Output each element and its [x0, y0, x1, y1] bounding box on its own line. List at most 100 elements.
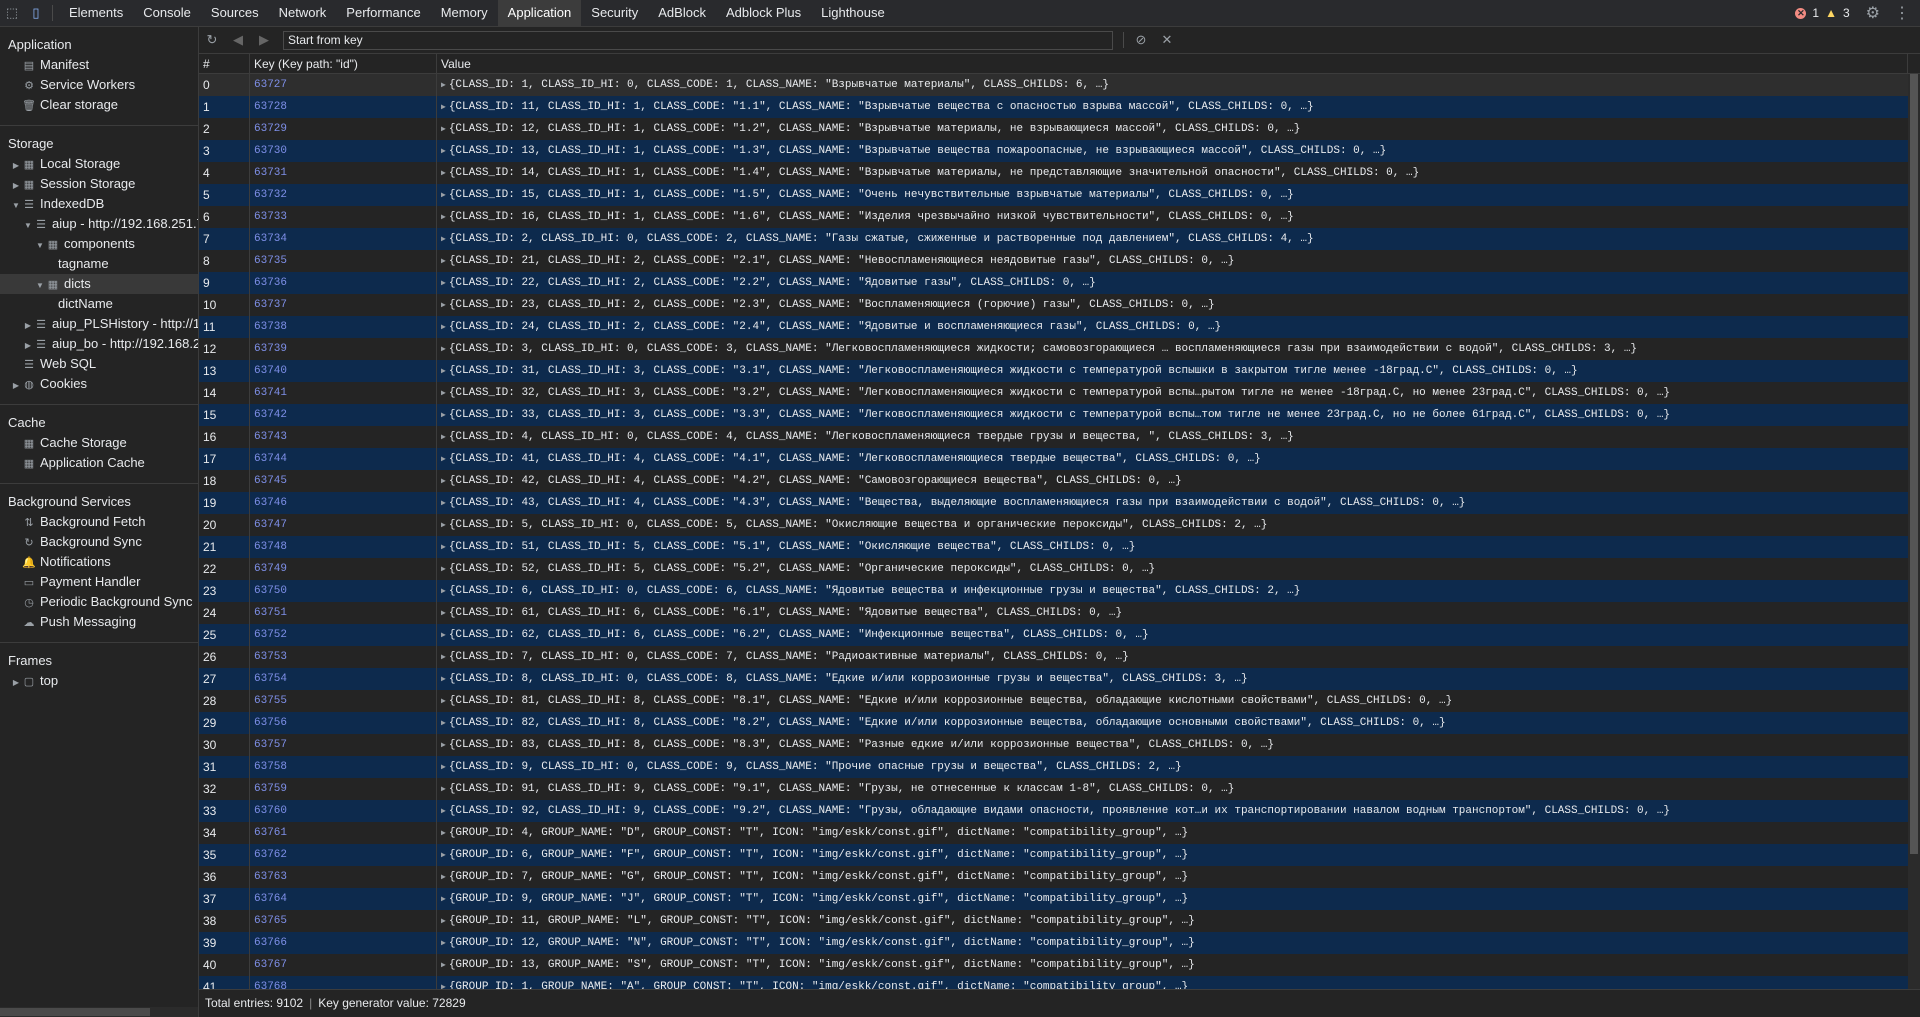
expand-arrow-icon[interactable]: ▶: [441, 323, 446, 332]
table-row[interactable]: 30 63757 ▶ {CLASS_ID: 83, CLASS_ID_HI: 8, C…: [199, 734, 1908, 756]
collapse-arrow-icon[interactable]: ▼: [10, 196, 22, 216]
row-value[interactable]: ▶ {GROUP_ID: 12, GROUP_NAME: "N", GROUP_C…: [437, 932, 1908, 954]
table-row[interactable]: 24 63751 ▶ {CLASS_ID: 61, CLASS_ID_HI: 6, C…: [199, 602, 1908, 624]
column-header-index[interactable]: #: [199, 54, 250, 73]
table-row[interactable]: 21 63748 ▶ {CLASS_ID: 51, CLASS_ID_HI: 5, C…: [199, 536, 1908, 558]
table-row[interactable]: 14 63741 ▶ {CLASS_ID: 32, CLASS_ID_HI: 3, C…: [199, 382, 1908, 404]
tab-security[interactable]: Security: [581, 0, 648, 26]
table-row[interactable]: 19 63746 ▶ {CLASS_ID: 43, CLASS_ID_HI: 4, C…: [199, 492, 1908, 514]
expand-arrow-icon[interactable]: ▶: [441, 829, 446, 838]
start-from-key-input[interactable]: [283, 30, 1113, 50]
row-value[interactable]: ▶ {CLASS_ID: 51, CLASS_ID_HI: 5, CLASS_CO…: [437, 536, 1908, 558]
row-value[interactable]: ▶ {CLASS_ID: 83, CLASS_ID_HI: 8, CLASS_CO…: [437, 734, 1908, 756]
sidebar-item-store-components[interactable]: ▼ ▦ components: [0, 234, 198, 254]
collapse-arrow-icon[interactable]: ▼: [22, 216, 34, 236]
row-value[interactable]: ▶ {CLASS_ID: 52, CLASS_ID_HI: 5, CLASS_CO…: [437, 558, 1908, 580]
row-value[interactable]: ▶ {CLASS_ID: 9, CLASS_ID_HI: 0, CLASS_COD…: [437, 756, 1908, 778]
sidebar-item-background-sync[interactable]: ↻ Background Sync: [0, 532, 198, 552]
expand-arrow-icon[interactable]: ▶: [441, 235, 446, 244]
row-value[interactable]: ▶ {CLASS_ID: 15, CLASS_ID_HI: 1, CLASS_CO…: [437, 184, 1908, 206]
sidebar-item-index-dictname[interactable]: dictName: [0, 294, 198, 314]
table-row[interactable]: 22 63749 ▶ {CLASS_ID: 52, CLASS_ID_HI: 5, C…: [199, 558, 1908, 580]
table-row[interactable]: 40 63767 ▶ {GROUP_ID: 13, GROUP_NAME: "S", …: [199, 954, 1908, 976]
tab-network[interactable]: Network: [269, 0, 337, 26]
table-row[interactable]: 29 63756 ▶ {CLASS_ID: 82, CLASS_ID_HI: 8, C…: [199, 712, 1908, 734]
row-value[interactable]: ▶ {CLASS_ID: 22, CLASS_ID_HI: 2, CLASS_CO…: [437, 272, 1908, 294]
expand-arrow-icon[interactable]: ▶: [441, 697, 446, 706]
row-value[interactable]: ▶ {GROUP_ID: 7, GROUP_NAME: "G", GROUP_CO…: [437, 866, 1908, 888]
table-row[interactable]: 36 63763 ▶ {GROUP_ID: 7, GROUP_NAME: "G", G…: [199, 866, 1908, 888]
tab-lighthouse[interactable]: Lighthouse: [811, 0, 895, 26]
collapse-arrow-icon[interactable]: ▼: [34, 276, 46, 296]
table-row[interactable]: 9 63736 ▶ {CLASS_ID: 22, CLASS_ID_HI: 2, CL…: [199, 272, 1908, 294]
expand-arrow-icon[interactable]: ▶: [441, 213, 446, 222]
table-row[interactable]: 38 63765 ▶ {GROUP_ID: 11, GROUP_NAME: "L", …: [199, 910, 1908, 932]
row-value[interactable]: ▶ {CLASS_ID: 6, CLASS_ID_HI: 0, CLASS_COD…: [437, 580, 1908, 602]
sidebar-item-manifest[interactable]: ▤ Manifest: [0, 55, 198, 75]
expand-arrow-icon[interactable]: ▶: [441, 939, 446, 948]
expand-arrow-icon[interactable]: ▶: [441, 257, 446, 266]
table-row[interactable]: 8 63735 ▶ {CLASS_ID: 21, CLASS_ID_HI: 2, CL…: [199, 250, 1908, 272]
table-row[interactable]: 35 63762 ▶ {GROUP_ID: 6, GROUP_NAME: "F", G…: [199, 844, 1908, 866]
expand-arrow-icon[interactable]: ▶: [10, 156, 22, 176]
more-options-icon[interactable]: ⋮: [1894, 3, 1910, 23]
expand-arrow-icon[interactable]: ▶: [441, 873, 446, 882]
table-row[interactable]: 11 63738 ▶ {CLASS_ID: 24, CLASS_ID_HI: 2, C…: [199, 316, 1908, 338]
expand-arrow-icon[interactable]: ▶: [441, 411, 446, 420]
expand-arrow-icon[interactable]: ▶: [441, 763, 446, 772]
row-value[interactable]: ▶ {CLASS_ID: 24, CLASS_ID_HI: 2, CLASS_CO…: [437, 316, 1908, 338]
delete-selected-icon[interactable]: ✕: [1154, 32, 1180, 48]
expand-arrow-icon[interactable]: ▶: [441, 851, 446, 860]
expand-arrow-icon[interactable]: ▶: [441, 631, 446, 640]
tab-adblock[interactable]: AdBlock: [648, 0, 716, 26]
row-value[interactable]: ▶ {CLASS_ID: 41, CLASS_ID_HI: 4, CLASS_CO…: [437, 448, 1908, 470]
row-value[interactable]: ▶ {GROUP_ID: 1, GROUP_NAME: "A", GROUP_CO…: [437, 976, 1908, 989]
tab-performance[interactable]: Performance: [336, 0, 430, 26]
expand-arrow-icon[interactable]: ▶: [441, 917, 446, 926]
table-row[interactable]: 20 63747 ▶ {CLASS_ID: 5, CLASS_ID_HI: 0, CL…: [199, 514, 1908, 536]
row-value[interactable]: ▶ {CLASS_ID: 14, CLASS_ID_HI: 1, CLASS_CO…: [437, 162, 1908, 184]
sidebar-item-local-storage[interactable]: ▶ ▦ Local Storage: [0, 154, 198, 174]
expand-arrow-icon[interactable]: ▶: [441, 433, 446, 442]
expand-arrow-icon[interactable]: ▶: [441, 609, 446, 618]
expand-arrow-icon[interactable]: ▶: [441, 521, 446, 530]
table-row[interactable]: 32 63759 ▶ {CLASS_ID: 91, CLASS_ID_HI: 9, C…: [199, 778, 1908, 800]
table-row[interactable]: 41 63768 ▶ {GROUP_ID: 1, GROUP_NAME: "A", G…: [199, 976, 1908, 989]
row-value[interactable]: ▶ {CLASS_ID: 13, CLASS_ID_HI: 1, CLASS_CO…: [437, 140, 1908, 162]
table-row[interactable]: 17 63744 ▶ {CLASS_ID: 41, CLASS_ID_HI: 4, C…: [199, 448, 1908, 470]
sidebar-item-payment-handler[interactable]: ▭ Payment Handler: [0, 572, 198, 592]
sidebar-item-background-fetch[interactable]: ⇅ Background Fetch: [0, 512, 198, 532]
table-row[interactable]: 26 63753 ▶ {CLASS_ID: 7, CLASS_ID_HI: 0, CL…: [199, 646, 1908, 668]
expand-arrow-icon[interactable]: ▶: [441, 125, 446, 134]
row-value[interactable]: ▶ {GROUP_ID: 4, GROUP_NAME: "D", GROUP_CO…: [437, 822, 1908, 844]
table-row[interactable]: 12 63739 ▶ {CLASS_ID: 3, CLASS_ID_HI: 0, CL…: [199, 338, 1908, 360]
row-value[interactable]: ▶ {CLASS_ID: 3, CLASS_ID_HI: 0, CLASS_COD…: [437, 338, 1908, 360]
previous-page-icon[interactable]: ◀: [225, 32, 251, 48]
expand-arrow-icon[interactable]: ▶: [22, 316, 34, 336]
sidebar-item-db-aiup-bo[interactable]: ▶☰ aiup_bo - http://192.168.251.78: [0, 334, 198, 354]
expand-arrow-icon[interactable]: ▶: [10, 176, 22, 196]
expand-arrow-icon[interactable]: ▶: [441, 477, 446, 486]
row-value[interactable]: ▶ {CLASS_ID: 33, CLASS_ID_HI: 3, CLASS_CO…: [437, 404, 1908, 426]
next-page-icon[interactable]: ▶: [251, 32, 277, 48]
expand-arrow-icon[interactable]: ▶: [441, 719, 446, 728]
collapse-arrow-icon[interactable]: ▼: [34, 236, 46, 256]
issues-counter[interactable]: ✕ 1 ▲ 3 ⚙ ⋮: [1795, 3, 1920, 23]
expand-arrow-icon[interactable]: ▶: [441, 191, 446, 200]
tab-application[interactable]: Application: [497, 0, 582, 26]
expand-arrow-icon[interactable]: ▶: [441, 147, 446, 156]
table-row[interactable]: 1 63728 ▶ {CLASS_ID: 11, CLASS_ID_HI: 1, CL…: [199, 96, 1908, 118]
tab-sources[interactable]: Sources: [201, 0, 269, 26]
expand-arrow-icon[interactable]: ▶: [441, 279, 446, 288]
sidebar-item-frame-top[interactable]: ▶ ▢ top: [0, 671, 198, 691]
expand-arrow-icon[interactable]: ▶: [441, 389, 446, 398]
expand-arrow-icon[interactable]: ▶: [22, 336, 34, 356]
expand-arrow-icon[interactable]: ▶: [10, 376, 22, 396]
expand-arrow-icon[interactable]: ▶: [10, 673, 22, 693]
expand-arrow-icon[interactable]: ▶: [441, 895, 446, 904]
table-row[interactable]: 27 63754 ▶ {CLASS_ID: 8, CLASS_ID_HI: 0, CL…: [199, 668, 1908, 690]
table-row[interactable]: 23 63750 ▶ {CLASS_ID: 6, CLASS_ID_HI: 0, CL…: [199, 580, 1908, 602]
row-value[interactable]: ▶ {CLASS_ID: 11, CLASS_ID_HI: 1, CLASS_CO…: [437, 96, 1908, 118]
table-row[interactable]: 3 63730 ▶ {CLASS_ID: 13, CLASS_ID_HI: 1, CL…: [199, 140, 1908, 162]
row-value[interactable]: ▶ {CLASS_ID: 8, CLASS_ID_HI: 0, CLASS_COD…: [437, 668, 1908, 690]
